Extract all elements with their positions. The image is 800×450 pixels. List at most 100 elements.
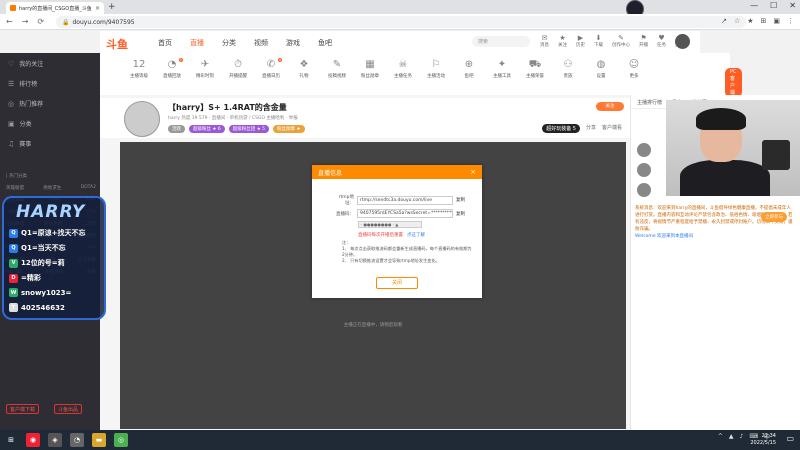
bookmark-icon[interactable]: ☆ xyxy=(734,17,740,25)
header-icon-button[interactable]: ★ 关注 xyxy=(558,34,567,48)
tray-icon[interactable]: ♪ xyxy=(739,433,743,440)
close-window-icon[interactable]: ✕ xyxy=(789,1,796,10)
sidebar-category-link[interactable]: 绝地求生 xyxy=(43,185,61,191)
room-tag[interactable]: 粉丝勋章 ★ xyxy=(273,125,305,133)
header-icon-label: 关注 xyxy=(558,43,567,48)
notification-icon[interactable]: ▭ xyxy=(786,434,794,443)
chat-tab[interactable]: 主播排行榜 xyxy=(637,99,662,106)
nav-item[interactable]: 首页 xyxy=(158,38,172,48)
close-dialog-button[interactable]: 关闭 xyxy=(376,277,418,289)
header-icon-button[interactable]: ✉ 消息 xyxy=(540,34,549,48)
tray-icon[interactable]: ^ xyxy=(718,433,723,440)
anchor-tool[interactable]: ◔ 直播回放 2 xyxy=(155,58,189,79)
room-action-link[interactable]: 分享 xyxy=(586,124,596,133)
sidebar-category-link[interactable]: 英雄联盟 xyxy=(6,185,24,191)
sidebar-bottom-button[interactable]: 斗鱼出品 xyxy=(54,404,83,414)
sidebar-grid-title: | 热门分类 xyxy=(6,174,27,179)
room-tag[interactable]: 活跃 xyxy=(168,125,185,133)
clock[interactable]: 22:34 2022/5/15 xyxy=(750,433,776,447)
anchor-tool-icon: ▦ xyxy=(365,59,375,70)
minimize-icon[interactable]: — xyxy=(750,1,758,10)
room-action-link[interactable]: 超好玩装备 5 xyxy=(542,124,580,133)
sidebar-category-link[interactable]: DOTA2 xyxy=(81,185,96,191)
close-icon[interactable]: × xyxy=(470,168,476,176)
anchor-tool[interactable]: ✈ 精彩时刻 xyxy=(188,59,222,79)
browser-tab[interactable]: harry的直播间_CSGO直播_斗鱼 × xyxy=(6,2,104,14)
back-icon[interactable]: ← xyxy=(6,17,13,26)
rank-avatar[interactable] xyxy=(637,143,651,157)
rank-avatar[interactable] xyxy=(637,183,651,197)
maximize-icon[interactable]: ☐ xyxy=(770,1,777,10)
header-icon-button[interactable]: ⚑ 开播 xyxy=(639,34,648,48)
sidebar-item-label: 赛事 xyxy=(19,141,32,148)
nav-item[interactable]: 游戏 xyxy=(286,38,300,48)
streamer-avatar[interactable] xyxy=(124,101,160,137)
anchor-tool[interactable]: ⛟ 主播荣誉 xyxy=(518,59,552,79)
sidebar-item[interactable]: ♡ 我的关注 xyxy=(8,59,43,69)
search-input[interactable]: 搜索 xyxy=(472,36,530,47)
user-avatar[interactable] xyxy=(675,34,690,49)
sidepanel-icon[interactable]: ▣ xyxy=(773,17,780,25)
header-icon-button[interactable]: ♥ 任务 xyxy=(657,34,666,48)
header-icon-button[interactable]: ✎ 创作中心 xyxy=(612,34,630,48)
tray-icon[interactable]: ▲ xyxy=(729,433,734,440)
anchor-tool[interactable]: ✦ 主播工具 xyxy=(485,59,519,79)
clock-date: 2022/5/15 xyxy=(750,440,776,446)
url-field[interactable]: 🔒 douyu.com/9407595 xyxy=(56,16,746,28)
room-tag[interactable]: 超级粉丝团 ★ 5 xyxy=(228,125,270,133)
anchor-tool[interactable]: ◍ 设置 xyxy=(584,59,618,79)
header-icon-button[interactable]: ▶ 历史 xyxy=(576,34,585,48)
follow-button[interactable]: 关注 xyxy=(596,102,624,111)
menu-icon[interactable]: ⋮ xyxy=(787,17,794,25)
anchor-tool[interactable]: ☠ 主播任务 xyxy=(386,59,420,79)
taskbar-app-icon[interactable]: ◎ xyxy=(114,433,128,447)
start-menu-icon[interactable]: ⊞ xyxy=(4,433,18,447)
nav-item[interactable]: 视频 xyxy=(254,38,268,48)
rank-avatar[interactable] xyxy=(637,163,651,177)
new-tab-button[interactable]: + xyxy=(108,2,116,12)
star-icon[interactable]: ★ xyxy=(747,17,753,25)
pc-client-badge[interactable]: PC客户端 xyxy=(725,68,742,97)
tab-close-icon[interactable]: × xyxy=(95,5,100,12)
extensions-icon[interactable]: ⊞ xyxy=(761,17,767,25)
stream-key-field[interactable]: 9407595rdEYCSa5a?wsSecret=**************… xyxy=(357,209,453,218)
taskbar-app-icon[interactable]: ◔ xyxy=(70,433,84,447)
nav-item[interactable]: 分类 xyxy=(222,38,236,48)
room-tag[interactable]: 超级粉丝 ★ 6 xyxy=(189,125,225,133)
header-glyph-icon: ✉ xyxy=(541,34,548,42)
header-icon-button[interactable]: ⬇ 下载 xyxy=(594,34,603,48)
anchor-tool[interactable]: ✆ 直播日历 4 xyxy=(254,58,288,79)
anchor-tool[interactable]: 12 主播等级 xyxy=(122,59,156,79)
nav-buttons: ← → ⟳ xyxy=(6,17,44,26)
copy-key-button[interactable]: 复制 xyxy=(456,211,465,217)
taskbar-app-icon[interactable]: ▬ xyxy=(92,433,106,447)
anchor-tool[interactable]: ☺ 更多 xyxy=(617,59,651,79)
copy-rtmp-button[interactable]: 复制 xyxy=(456,197,465,203)
anchor-tool[interactable]: ✎ 投稿视频 xyxy=(320,59,354,79)
anchor-tool[interactable]: ❖ 礼物 xyxy=(287,59,321,79)
taskbar-app-icon[interactable]: ◈ xyxy=(48,433,62,447)
sidebar-item-icon: ▣ xyxy=(8,119,15,128)
nav-item[interactable]: 鱼吧 xyxy=(318,38,332,48)
anchor-tool[interactable]: ⚇ 贵族 xyxy=(551,59,585,79)
join-button[interactable]: 立即参与 xyxy=(761,212,787,222)
anchor-tool[interactable]: ▦ 粉丝勋章 xyxy=(353,59,387,79)
forward-icon[interactable]: → xyxy=(22,17,29,26)
taskbar-app-icon[interactable]: ◉ xyxy=(26,433,40,447)
key-select[interactable]: · ●●●●●●●● · ▲ xyxy=(358,221,422,228)
reload-icon[interactable]: ⟳ xyxy=(37,17,44,26)
sidebar-item[interactable]: ☰ 排行榜 xyxy=(8,79,37,89)
anchor-tool[interactable]: ⊕ 鱼吧 xyxy=(452,59,486,79)
sidebar-item[interactable]: ♫ 赛事 xyxy=(8,139,32,149)
sidebar-item[interactable]: ◎ 热门推荐 xyxy=(8,99,43,109)
anchor-tool[interactable]: ⚐ 主播活动 xyxy=(419,59,453,79)
nav-item[interactable]: 直播 xyxy=(190,38,204,48)
sidebar-item[interactable]: ▣ 分类 xyxy=(8,119,32,129)
share-icon[interactable]: ↗ xyxy=(721,17,727,25)
room-action-link[interactable]: 客户端看 xyxy=(602,124,622,133)
learn-more-link[interactable]: 点这了解 xyxy=(407,233,425,238)
rtmp-field[interactable]: rtmp://sendtc3a.douyu.com/live xyxy=(357,195,453,205)
anchor-tool[interactable]: ⏱ 开播提醒 xyxy=(221,59,255,79)
douyu-logo[interactable]: 斗鱼 xyxy=(106,36,128,52)
sidebar-bottom-button[interactable]: 客户端下载 xyxy=(6,404,40,414)
